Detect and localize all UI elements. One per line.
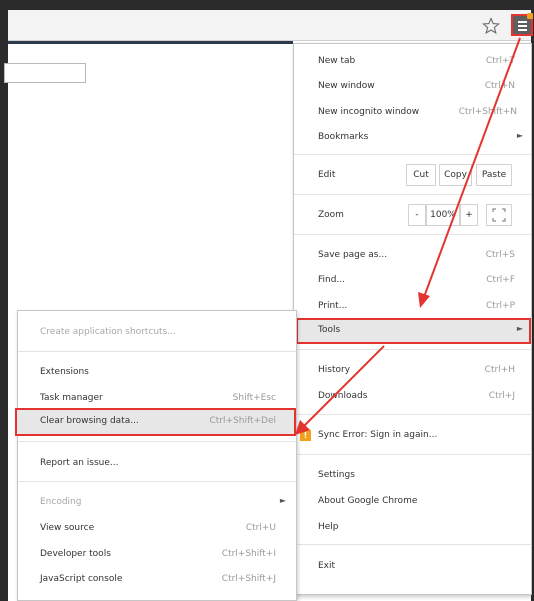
menu-item-label: Bookmarks [318,132,369,142]
menu-item-shortcut: Ctrl+Shift+Del [209,416,276,426]
menu-item-label: History [318,365,351,375]
menu-item-new-tab[interactable]: New tab Ctrl+T [294,53,531,71]
chrome-main-menu: New tab Ctrl+T New window Ctrl+N New inc… [293,43,532,595]
menu-item-label: JavaScript console [40,574,123,584]
cut-button[interactable]: Cut [406,164,436,186]
menu-item-label: About Google Chrome [318,496,418,506]
menu-item-label: View source [40,523,95,533]
menu-item-label: Edit [318,170,336,180]
tools-submenu: Create application shortcuts... Extensio… [15,310,297,601]
menu-item-save-page[interactable]: Save page as... Ctrl+S [294,247,531,265]
menu-item-label: Encoding [40,497,82,507]
menu-item-shortcut: Ctrl+P [486,301,515,311]
submenu-item-extensions[interactable]: Extensions [18,364,296,382]
menu-item-label: New incognito window [318,107,420,117]
menu-item-label: Save page as... [318,250,388,260]
menu-separator [294,154,531,155]
menu-separator [18,481,296,482]
menu-item-exit[interactable]: Exit [294,558,531,576]
fullscreen-button[interactable] [486,204,512,226]
menu-item-label: Print... [318,301,348,311]
window-frame-left [0,0,8,601]
paste-button[interactable]: Paste [476,164,512,186]
menu-item-label: New window [318,81,375,91]
menu-separator [294,194,531,195]
menu-item-label: New tab [318,56,356,66]
menu-item-about[interactable]: About Google Chrome [294,493,531,511]
copy-button[interactable]: Copy [439,164,472,186]
menu-item-label: Zoom [318,210,344,220]
menu-item-shortcut: Ctrl+U [245,523,276,533]
menu-item-sync-error[interactable]: Sync Error: Sign in again... [294,427,531,445]
menu-separator [18,351,296,352]
browser-window: New tab Ctrl+T New window Ctrl+N New inc… [0,0,534,601]
menu-item-label: Task manager [40,393,103,403]
submenu-item-encoding: Encoding ► [18,494,296,512]
menu-item-label: Help [318,522,339,532]
submenu-item-create-shortcuts: Create application shortcuts... [18,324,296,342]
window-frame-top [0,0,534,10]
chevron-right-icon: ► [516,324,523,333]
star-icon[interactable] [482,17,500,35]
menu-separator [294,234,531,235]
menu-item-label: Report an issue... [40,458,119,468]
update-badge [527,13,533,19]
menu-item-label: Exit [318,561,336,571]
menu-item-label: Settings [318,470,355,480]
menu-item-help[interactable]: Help [294,519,531,537]
submenu-item-developer-tools[interactable]: Developer tools Ctrl+Shift+I [18,546,296,564]
menu-item-label: Clear browsing data... [40,416,139,426]
menu-item-shortcut: Ctrl+T [485,56,515,66]
menu-item-shortcut: Ctrl+S [485,250,515,260]
menu-item-print[interactable]: Print... Ctrl+P [294,298,531,316]
fullscreen-icon [492,208,506,222]
menu-item-history[interactable]: History Ctrl+H [294,362,531,380]
menu-item-new-window[interactable]: New window Ctrl+N [294,78,531,96]
menu-item-shortcut: Ctrl+J [488,391,515,401]
browser-toolbar [8,10,531,41]
submenu-item-clear-browsing-data[interactable]: Clear browsing data... Ctrl+Shift+Del [15,408,296,436]
menu-separator [294,349,531,350]
page-search-input[interactable] [4,63,86,83]
menu-item-label: Developer tools [40,549,111,559]
menu-item-shortcut: Ctrl+Shift+N [458,107,517,117]
submenu-item-view-source[interactable]: View source Ctrl+U [18,520,296,538]
menu-separator [294,544,531,545]
page-header-strip [8,41,293,44]
menu-separator [18,441,296,442]
menu-item-tools[interactable]: Tools ► [296,318,531,344]
menu-item-bookmarks[interactable]: Bookmarks ► [294,129,531,147]
zoom-in-button[interactable]: + [460,204,478,226]
menu-item-shortcut: Ctrl+H [484,365,515,375]
menu-item-new-incognito[interactable]: New incognito window Ctrl+Shift+N [294,104,531,122]
submenu-item-task-manager[interactable]: Task manager Shift+Esc [18,390,296,408]
menu-item-label: Extensions [40,367,89,377]
submenu-item-javascript-console[interactable]: JavaScript console Ctrl+Shift+J [18,571,296,589]
menu-item-label: Downloads [318,391,368,401]
menu-item-shortcut: Ctrl+N [484,81,515,91]
zoom-out-button[interactable]: - [408,204,426,226]
menu-separator [294,414,531,415]
menu-item-shortcut: Ctrl+Shift+J [221,574,276,584]
menu-item-find[interactable]: Find... Ctrl+F [294,272,531,290]
menu-item-label: Tools [318,325,341,335]
chevron-right-icon: ► [516,131,523,140]
menu-item-shortcut: Shift+Esc [232,393,276,403]
menu-item-label: Find... [318,275,346,285]
menu-separator [294,454,531,455]
submenu-item-report-issue[interactable]: Report an issue... [18,455,296,473]
menu-item-label: Create application shortcuts... [40,327,176,337]
chevron-right-icon: ► [279,496,286,505]
menu-item-shortcut: Ctrl+F [486,275,515,285]
menu-item-downloads[interactable]: Downloads Ctrl+J [294,388,531,406]
menu-item-shortcut: Ctrl+Shift+I [221,549,276,559]
menu-item-settings[interactable]: Settings [294,467,531,485]
menu-item-label: Sync Error: Sign in again... [318,430,438,440]
zoom-level: 100% [426,204,460,226]
